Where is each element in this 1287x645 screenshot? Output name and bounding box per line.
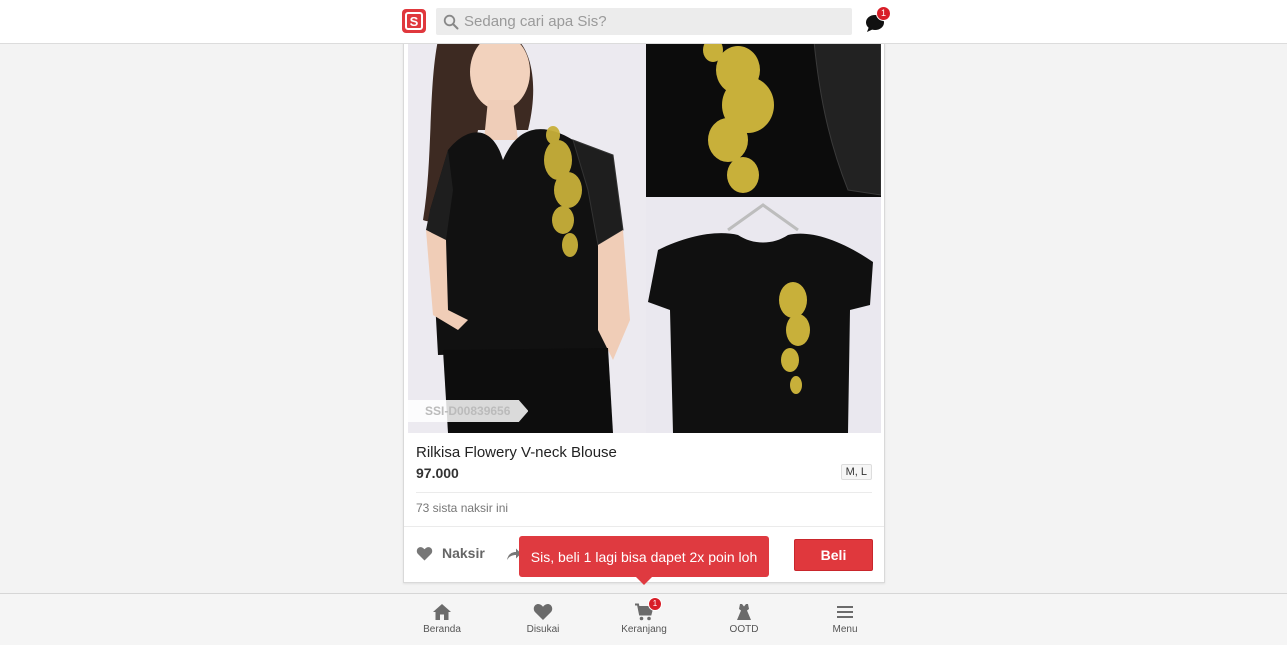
chat-badge: 1	[876, 6, 891, 21]
search-bar[interactable]	[436, 8, 852, 35]
promo-tooltip: Sis, beli 1 lagi bisa dapet 2x poin loh	[519, 536, 769, 585]
likes-count: 73 sista naksir ini	[416, 501, 509, 515]
nav-item-menu[interactable]: Menu	[810, 594, 880, 645]
dress-icon	[737, 604, 751, 620]
nav-label: OOTD	[729, 624, 759, 635]
product-photo-collage[interactable]	[408, 30, 881, 433]
size-badge: M, L	[840, 464, 872, 480]
home-icon	[433, 604, 451, 620]
chat-button[interactable]: 1	[863, 6, 891, 34]
search-input[interactable]	[464, 13, 844, 30]
model-photo	[408, 30, 646, 433]
nav-item-keranjang[interactable]: 1 Keranjang	[609, 594, 679, 645]
nav-label: Keranjang	[621, 624, 667, 635]
product-code: SSI-D00839656	[425, 404, 511, 418]
logo[interactable]: S	[402, 9, 426, 33]
closeup-photo	[646, 30, 881, 197]
bottom-nav: Beranda Disukai 1 Keranjang OOTD Menu	[0, 593, 1287, 645]
menu-icon	[837, 606, 853, 618]
product-name[interactable]: Rilkisa Flowery V-neck Blouse	[416, 444, 617, 461]
nav-label: Menu	[832, 624, 858, 635]
hanger-photo	[646, 197, 881, 433]
nav-label: Beranda	[423, 624, 461, 635]
buy-button[interactable]: Beli	[794, 539, 873, 571]
nav-label: Disukai	[526, 624, 560, 635]
product-code-tag: SSI-D00839656	[408, 400, 529, 422]
top-header: S 1	[0, 0, 1287, 44]
naksir-label: Naksir	[442, 545, 485, 561]
product-price: 97.000	[416, 465, 459, 481]
naksir-button[interactable]: Naksir	[416, 545, 485, 561]
nav-item-ootd[interactable]: OOTD	[709, 594, 779, 645]
promo-tooltip-text: Sis, beli 1 lagi bisa dapet 2x poin loh	[530, 548, 758, 565]
divider	[416, 492, 872, 493]
search-icon	[443, 14, 459, 29]
nav-item-beranda[interactable]: Beranda	[407, 594, 477, 645]
logo-mark: S	[405, 12, 423, 30]
heart-icon	[533, 604, 553, 620]
product-photos	[408, 30, 881, 433]
nav-item-disukai[interactable]: Disukai	[508, 594, 578, 645]
product-card: SSI-D00839656 Rilkisa Flowery V-neck Blo…	[403, 30, 885, 583]
heart-icon	[416, 546, 433, 560]
divider	[404, 526, 884, 527]
cart-badge: 1	[648, 597, 662, 611]
